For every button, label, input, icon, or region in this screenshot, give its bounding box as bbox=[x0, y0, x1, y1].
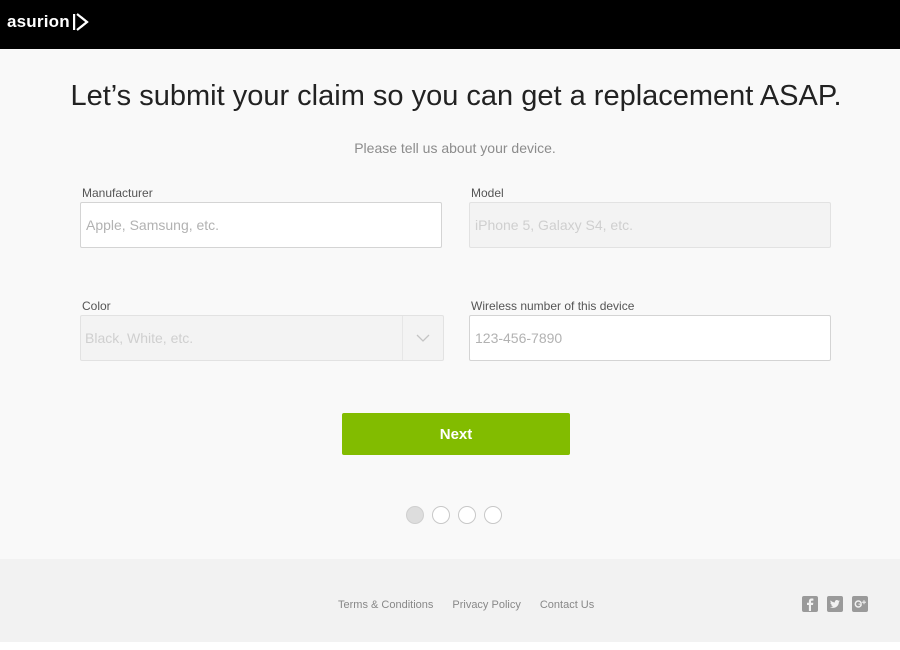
progress-dots bbox=[406, 506, 502, 524]
privacy-policy-link[interactable]: Privacy Policy bbox=[452, 599, 520, 611]
progress-dot-step-4 bbox=[484, 506, 502, 524]
asurion-chevron-logo-icon bbox=[72, 13, 89, 31]
color-select: Black, White, etc. bbox=[80, 315, 444, 361]
terms-conditions-link[interactable]: Terms & Conditions bbox=[338, 599, 433, 611]
bottom-edge bbox=[0, 642, 900, 650]
wireless-number-label: Wireless number of this device bbox=[471, 299, 635, 313]
google-plus-icon[interactable] bbox=[852, 596, 868, 612]
facebook-icon[interactable] bbox=[802, 596, 818, 612]
color-select-placeholder: Black, White, etc. bbox=[85, 330, 194, 346]
twitter-icon[interactable] bbox=[827, 596, 843, 612]
chevron-down-icon bbox=[402, 316, 443, 360]
asurion-logo[interactable]: asurion bbox=[7, 11, 92, 33]
model-input bbox=[469, 202, 831, 248]
page-subtitle: Please tell us about your device. bbox=[354, 140, 556, 156]
progress-dot-step-1 bbox=[406, 506, 424, 524]
contact-us-link[interactable]: Contact Us bbox=[540, 599, 594, 611]
top-bar: asurion bbox=[0, 0, 900, 49]
footer-links: Terms & Conditions Privacy Policy Contac… bbox=[338, 599, 594, 611]
footer: Terms & Conditions Privacy Policy Contac… bbox=[0, 559, 900, 642]
model-label: Model bbox=[471, 186, 504, 200]
social-links bbox=[802, 596, 868, 612]
manufacturer-label: Manufacturer bbox=[82, 186, 153, 200]
next-button[interactable]: Next bbox=[342, 413, 570, 455]
wireless-number-input[interactable] bbox=[469, 315, 831, 361]
logo-text: asurion bbox=[7, 12, 70, 31]
progress-dot-step-2 bbox=[432, 506, 450, 524]
claim-form-section: Let’s submit your claim so you can get a… bbox=[0, 49, 900, 559]
manufacturer-input[interactable] bbox=[80, 202, 442, 248]
progress-dot-step-3 bbox=[458, 506, 476, 524]
color-label: Color bbox=[82, 299, 111, 313]
page-title: Let’s submit your claim so you can get a… bbox=[70, 80, 842, 112]
